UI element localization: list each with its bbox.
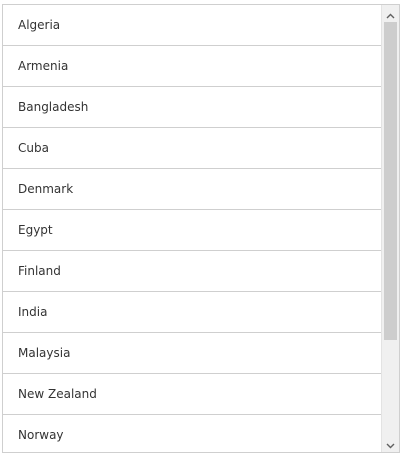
list-item-algeria[interactable]: Algeria: [3, 5, 382, 46]
country-list: Algeria Armenia Bangladesh Cuba Denmark …: [3, 5, 382, 452]
list-item-label: Norway: [18, 428, 64, 442]
list-item-label: New Zealand: [18, 387, 97, 401]
scrollbar-track[interactable]: [382, 22, 399, 435]
list-item-armenia[interactable]: Armenia: [3, 46, 382, 87]
country-listbox[interactable]: Algeria Armenia Bangladesh Cuba Denmark …: [2, 4, 400, 453]
list-item-label: Malaysia: [18, 346, 71, 360]
scroll-up-button[interactable]: [382, 5, 399, 22]
list-item-label: Cuba: [18, 141, 49, 155]
list-item-label: Finland: [18, 264, 61, 278]
list-item-egypt[interactable]: Egypt: [3, 210, 382, 251]
list-item-new-zealand[interactable]: New Zealand: [3, 374, 382, 415]
list-item-label: Bangladesh: [18, 100, 89, 114]
list-item-label: Algeria: [18, 18, 61, 32]
list-item-norway[interactable]: Norway: [3, 415, 382, 452]
list-item-label: India: [18, 305, 48, 319]
vertical-scrollbar[interactable]: [381, 5, 399, 452]
scroll-down-button[interactable]: [382, 435, 399, 452]
list-item-bangladesh[interactable]: Bangladesh: [3, 87, 382, 128]
list-item-india[interactable]: India: [3, 292, 382, 333]
list-item-label: Armenia: [18, 59, 69, 73]
scrollbar-thumb[interactable]: [384, 22, 397, 340]
list-item-cuba[interactable]: Cuba: [3, 128, 382, 169]
list-item-label: Egypt: [18, 223, 53, 237]
list-item-label: Denmark: [18, 182, 74, 196]
list-item-denmark[interactable]: Denmark: [3, 169, 382, 210]
chevron-down-icon: [386, 434, 395, 452]
list-item-malaysia[interactable]: Malaysia: [3, 333, 382, 374]
chevron-up-icon: [386, 5, 395, 23]
list-item-finland[interactable]: Finland: [3, 251, 382, 292]
